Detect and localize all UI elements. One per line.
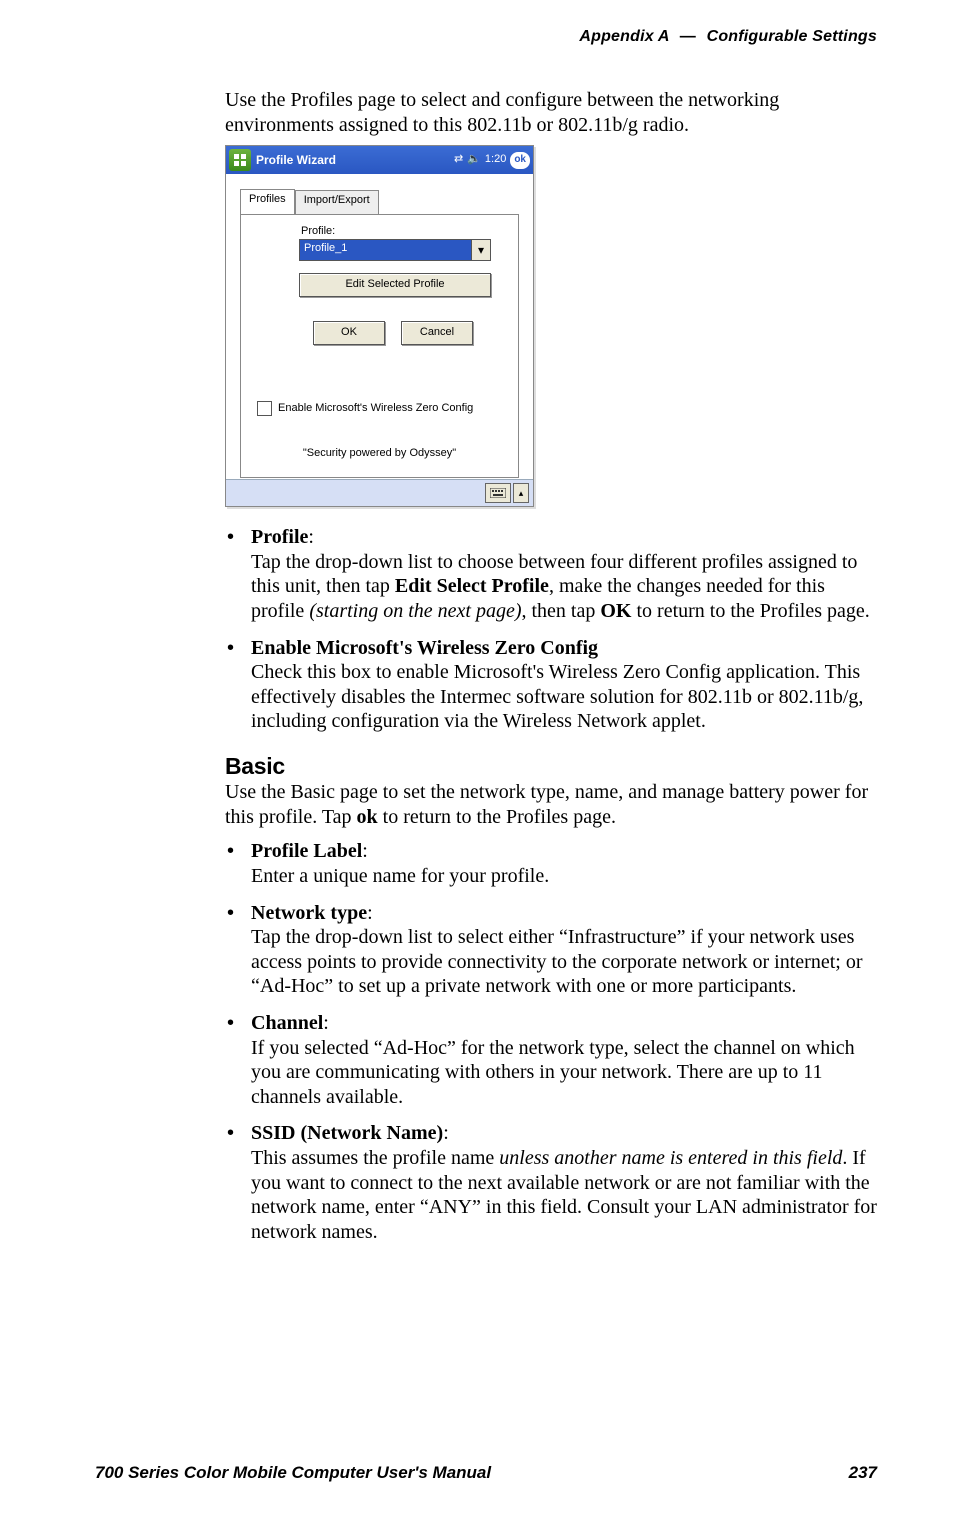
window-title: Profile Wizard: [256, 153, 454, 168]
header-sep: —: [680, 28, 696, 45]
list-item-profile-label: Profile Label: Enter a unique name for y…: [225, 839, 880, 888]
running-header: Appendix A — Configurable Settings: [579, 28, 877, 46]
clock[interactable]: 1:20: [485, 153, 506, 167]
volume-icon[interactable]: 🔈: [467, 153, 481, 167]
keyboard-icon[interactable]: [485, 483, 511, 503]
tab-panel: Profile: Profile_1 ▾ Edit Selected Profi…: [240, 214, 519, 478]
item-body-ssid: This assumes the profile name unless ano…: [251, 1147, 877, 1243]
item-body-profile-label: Enter a unique name for your profile.: [251, 865, 549, 887]
content-area: Use the Profiles page to select and conf…: [225, 88, 880, 1244]
profile-wizard-screenshot: Profile Wizard ⇄ 🔈 1:20 ok Profiles Impo…: [225, 145, 534, 507]
item-head-profile-label: Profile Label: [251, 840, 362, 862]
checkbox-box[interactable]: [257, 401, 272, 416]
sip-bar: ▴: [226, 479, 533, 506]
profile-field-label: Profile:: [301, 225, 335, 239]
intro-paragraph: Use the Profiles page to select and conf…: [225, 88, 880, 137]
wzc-checkbox[interactable]: Enable Microsoft's Wireless Zero Config: [257, 401, 473, 416]
item-head-network-type: Network type: [251, 902, 367, 924]
profile-combo-value: Profile_1: [300, 240, 471, 260]
item-body-profile: Tap the drop-down list to choose between…: [251, 551, 870, 622]
chevron-down-icon[interactable]: ▾: [471, 240, 490, 260]
powered-by-text: "Security powered by Odyssey": [241, 447, 518, 461]
sip-up-icon[interactable]: ▴: [513, 483, 529, 503]
basic-intro: Use the Basic page to set the network ty…: [225, 780, 880, 829]
ok-badge[interactable]: ok: [510, 152, 530, 169]
list-item-network-type: Network type: Tap the drop-down list to …: [225, 901, 880, 999]
page-footer: 700 Series Color Mobile Computer User's …: [95, 1463, 877, 1483]
item-head-channel: Channel: [251, 1012, 323, 1034]
list-item-wzc: Enable Microsoft's Wireless Zero Config …: [225, 636, 880, 734]
item-body-channel: If you selected “Ad-Hoc” for the network…: [251, 1037, 855, 1108]
page: Appendix A — Configurable Settings Use t…: [0, 0, 972, 1521]
profiles-list: Profile: Tap the drop-down list to choos…: [225, 525, 880, 734]
system-tray: ⇄ 🔈 1:20 ok: [454, 152, 530, 169]
basic-list: Profile Label: Enter a unique name for y…: [225, 839, 880, 1244]
item-body-network-type: Tap the drop-down list to select either …: [251, 926, 862, 997]
cancel-button[interactable]: Cancel: [401, 321, 473, 345]
footer-page-number: 237: [849, 1463, 877, 1483]
item-body-wzc: Check this box to enable Microsoft's Wir…: [251, 661, 863, 732]
list-item-channel: Channel: If you selected “Ad-Hoc” for th…: [225, 1011, 880, 1109]
wzc-checkbox-label: Enable Microsoft's Wireless Zero Config: [278, 402, 473, 416]
section-head-basic: Basic: [225, 752, 880, 780]
item-head-profile: Profile: [251, 526, 308, 548]
list-item-ssid: SSID (Network Name): This assumes the pr…: [225, 1121, 880, 1244]
ok-button[interactable]: OK: [313, 321, 385, 345]
item-head-wzc: Enable Microsoft's Wireless Zero Config: [251, 637, 598, 659]
tab-profiles[interactable]: Profiles: [240, 189, 295, 215]
header-chapter: Configurable Settings: [707, 28, 877, 45]
item-head-ssid: SSID (Network Name): [251, 1122, 443, 1144]
footer-manual-title: 700 Series Color Mobile Computer User's …: [95, 1463, 491, 1483]
profile-combo[interactable]: Profile_1 ▾: [299, 239, 491, 261]
window-titlebar: Profile Wizard ⇄ 🔈 1:20 ok: [226, 146, 533, 174]
connectivity-icon[interactable]: ⇄: [454, 153, 463, 167]
header-appendix: Appendix A: [579, 28, 669, 45]
edit-selected-profile-button[interactable]: Edit Selected Profile: [299, 273, 491, 297]
list-item-profile: Profile: Tap the drop-down list to choos…: [225, 525, 880, 623]
tab-import-export[interactable]: Import/Export: [295, 190, 379, 216]
tab-row: Profiles Import/Export: [226, 174, 533, 214]
start-icon[interactable]: [229, 149, 251, 171]
